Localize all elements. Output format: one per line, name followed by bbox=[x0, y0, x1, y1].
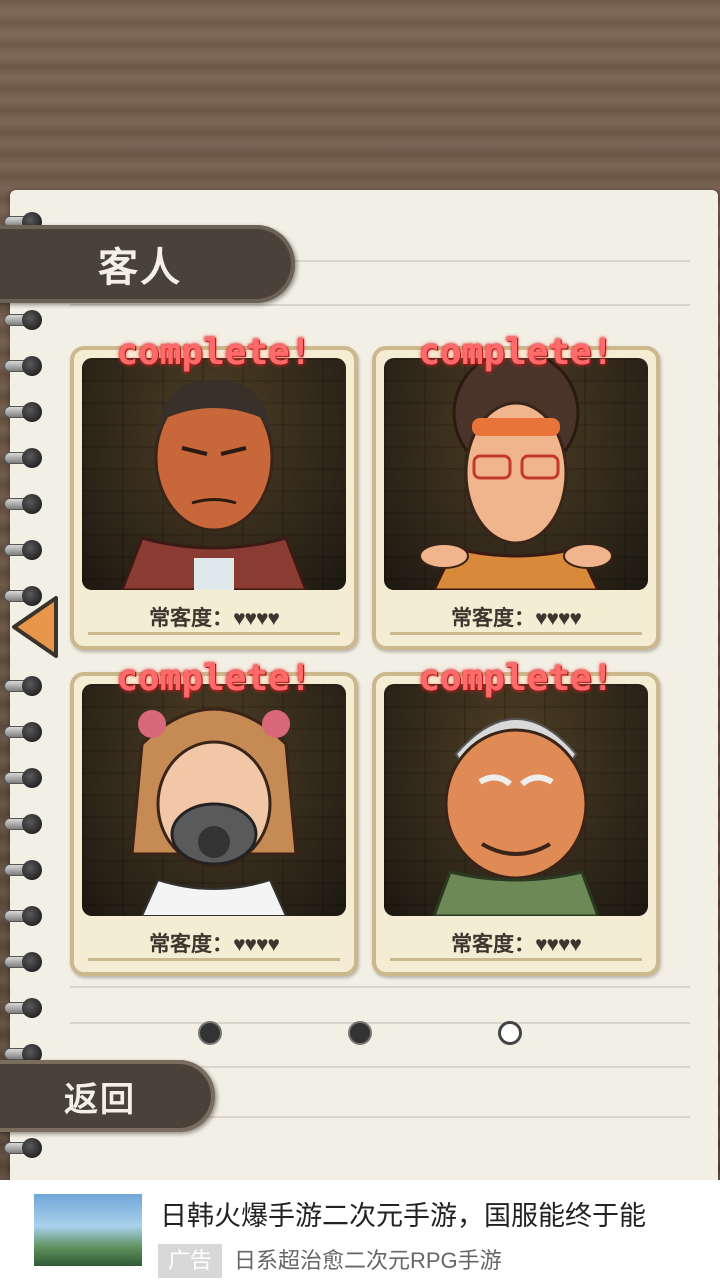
hearts-rating: ♥♥♥♥ bbox=[233, 607, 280, 630]
complete-label: complete! bbox=[418, 658, 614, 699]
man-portrait-icon bbox=[120, 379, 308, 590]
guest-card-3[interactable]: complete! 常客度：♥♥♥♥ bbox=[70, 658, 358, 976]
back-button[interactable]: 返回 bbox=[0, 1060, 215, 1132]
guest-portrait bbox=[82, 358, 346, 590]
guest-portrait bbox=[384, 358, 648, 590]
ad-subtitle[interactable]: 日系超治愈二次元RPG手游 bbox=[234, 1246, 502, 1276]
pager-dot-1[interactable] bbox=[198, 1021, 222, 1045]
regular-degree-label: 常客度： bbox=[451, 933, 536, 956]
complete-label: complete! bbox=[116, 332, 312, 373]
afro-man-portrait-icon bbox=[419, 358, 613, 590]
regular-degree-label: 常客度： bbox=[149, 933, 234, 956]
regular-degree-label: 常客度： bbox=[149, 607, 234, 630]
guest-portrait bbox=[82, 684, 346, 916]
guest-card-1[interactable]: complete! 常客度：♥♥♥♥ bbox=[70, 332, 358, 650]
complete-label: complete! bbox=[116, 658, 312, 699]
left-arrow-icon bbox=[12, 596, 58, 658]
complete-label: complete! bbox=[418, 332, 614, 373]
page-title: 客人 bbox=[98, 246, 182, 290]
old-man-portrait-icon bbox=[432, 718, 600, 916]
guest-portrait bbox=[384, 684, 648, 916]
guest-card-2[interactable]: complete! 常客度：♥♥♥♥ bbox=[372, 332, 660, 650]
ad-tag: 广告 bbox=[158, 1244, 223, 1278]
hearts-rating: ♥♥♥♥ bbox=[233, 933, 280, 956]
pager-dot-2[interactable] bbox=[348, 1021, 372, 1045]
header-tab: 客人 bbox=[0, 225, 295, 303]
back-button-label: 返回 bbox=[64, 1080, 136, 1119]
girl-gasmask-portrait-icon bbox=[130, 707, 298, 916]
ad-thumbnail[interactable] bbox=[34, 1194, 142, 1266]
hearts-rating: ♥♥♥♥ bbox=[535, 933, 582, 956]
previous-page-button[interactable] bbox=[8, 594, 60, 660]
guest-card-4[interactable]: complete! 常客度：♥♥♥♥ bbox=[372, 658, 660, 976]
hearts-rating: ♥♥♥♥ bbox=[535, 607, 582, 630]
ad-title[interactable]: 日韩火爆手游二次元手游，国服能终于能 bbox=[160, 1194, 680, 1252]
pager-dot-3[interactable] bbox=[498, 1021, 522, 1045]
regular-degree-label: 常客度： bbox=[451, 607, 536, 630]
